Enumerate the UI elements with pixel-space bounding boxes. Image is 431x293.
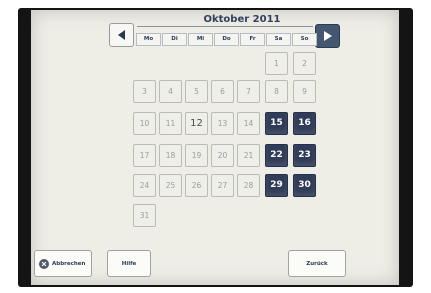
weekday-di: Di xyxy=(162,33,187,46)
calendar-day-22[interactable]: 22 xyxy=(265,144,288,167)
calendar-day-28[interactable]: 28 xyxy=(237,174,260,197)
calendar-day-12[interactable]: 12 xyxy=(185,112,208,135)
weekday-sa: Sa xyxy=(266,33,291,46)
calendar-day-20[interactable]: 20 xyxy=(211,144,234,167)
weekday-so: So xyxy=(292,33,317,46)
back-button-label: Zurück xyxy=(306,260,328,267)
cancel-button[interactable]: Abbrechen xyxy=(34,250,92,277)
calendar-day-25[interactable]: 25 xyxy=(159,174,182,197)
calendar-day-9[interactable]: 9 xyxy=(293,80,316,103)
calendar-day-14[interactable]: 14 xyxy=(237,112,260,135)
weekday-mo: Mo xyxy=(136,33,161,46)
calendar-day-10[interactable]: 10 xyxy=(133,112,156,135)
calendar-day-24[interactable]: 24 xyxy=(133,174,156,197)
calendar-day-18[interactable]: 18 xyxy=(159,144,182,167)
calendar-day-31[interactable]: 31 xyxy=(133,204,156,227)
calendar-day-4[interactable]: 4 xyxy=(159,80,182,103)
triangle-right-icon xyxy=(323,31,332,41)
calendar-day-11[interactable]: 11 xyxy=(159,112,182,135)
calendar-day-19[interactable]: 19 xyxy=(185,144,208,167)
calendar-day-7[interactable]: 7 xyxy=(237,80,260,103)
help-button-label: Hilfe xyxy=(121,260,137,267)
calendar-day-23[interactable]: 23 xyxy=(293,144,316,167)
calendar-day-3[interactable]: 3 xyxy=(133,80,156,103)
weekday-header: Mo Di Mi Do Fr Sa So xyxy=(136,33,317,46)
calendar-day-8[interactable]: 8 xyxy=(265,80,288,103)
triangle-left-icon xyxy=(117,30,125,40)
back-button[interactable]: Zurück xyxy=(288,250,346,277)
calendar-day-21[interactable]: 21 xyxy=(237,144,260,167)
calendar-day-2[interactable]: 2 xyxy=(293,52,316,75)
calendar-day-16[interactable]: 16 xyxy=(293,112,316,135)
calendar-day-26[interactable]: 26 xyxy=(185,174,208,197)
calendar-day-1[interactable]: 1 xyxy=(265,52,288,75)
calendar-day-30[interactable]: 30 xyxy=(293,174,316,197)
calendar-day-27[interactable]: 27 xyxy=(211,174,234,197)
x-circle-icon xyxy=(39,258,49,269)
help-button[interactable]: Hilfe xyxy=(107,250,151,277)
calendar-day-29[interactable]: 29 xyxy=(265,174,288,197)
weekday-mi: Mi xyxy=(188,33,213,46)
title-divider xyxy=(137,26,313,27)
calendar-day-5[interactable]: 5 xyxy=(185,80,208,103)
calendar-day-6[interactable]: 6 xyxy=(211,80,234,103)
calendar-day-17[interactable]: 17 xyxy=(133,144,156,167)
weekday-do: Do xyxy=(214,33,239,46)
next-month-button[interactable] xyxy=(315,24,340,48)
calendar-day-13[interactable]: 13 xyxy=(211,112,234,135)
previous-month-button[interactable] xyxy=(109,23,134,47)
month-title: Oktober 2011 xyxy=(203,14,281,25)
cancel-button-label: Abbrechen xyxy=(52,260,86,267)
weekday-fr: Fr xyxy=(240,33,265,46)
calendar-day-15[interactable]: 15 xyxy=(265,112,288,135)
